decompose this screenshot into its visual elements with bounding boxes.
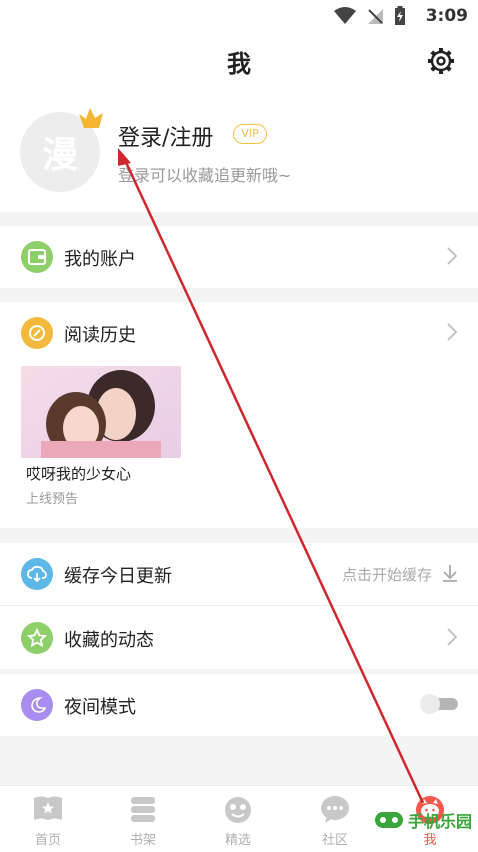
watermark-text: 手机乐园: [407, 812, 472, 831]
comic-status: 上线预告: [26, 492, 79, 507]
tab-featured[interactable]: 精选: [190, 786, 286, 852]
bookshelf-icon: [131, 797, 155, 822]
watermark-logo: 手机乐园: [374, 808, 472, 832]
my-account-label: 我的账户: [64, 249, 136, 270]
night-mode-card: 夜间模式: [0, 674, 478, 736]
page-title: 我: [227, 50, 251, 78]
tab-featured-label: 精选: [224, 833, 251, 848]
settings-gear-icon[interactable]: [426, 46, 456, 76]
night-mode-label: 夜间模式: [64, 697, 136, 718]
comic-title[interactable]: 哎呀我的少女心: [26, 463, 131, 484]
history-icon: [21, 317, 53, 349]
no-signal-icon: [368, 9, 383, 24]
home-icon: [34, 796, 62, 820]
avatar-text: 漫: [41, 135, 78, 176]
reading-history-row[interactable]: 阅读历史: [0, 302, 478, 364]
cache-hint[interactable]: 点击开始缓存: [342, 564, 432, 585]
chevron-right-icon: [447, 628, 458, 646]
comic-cover-image[interactable]: [21, 366, 181, 458]
wallet-icon: [21, 241, 53, 273]
battery-icon: [395, 6, 405, 25]
status-time: 3:09: [425, 6, 468, 26]
favorites-label: 收藏的动态: [64, 630, 154, 651]
favorites-row[interactable]: 收藏的动态: [0, 607, 478, 669]
divider: [0, 605, 478, 606]
download-icon[interactable]: [440, 563, 460, 583]
chevron-right-icon: [447, 323, 458, 341]
night-mode-row: 夜间模式: [0, 674, 478, 736]
tab-community-label: 社区: [321, 833, 348, 848]
tab-home[interactable]: 首页: [0, 786, 96, 852]
tab-bookshelf-label: 书架: [129, 833, 156, 848]
status-icons: [334, 6, 406, 26]
cache-today-label: 缓存今日更新: [64, 566, 172, 587]
login-subtitle: 登录可以收藏追更新哦~: [118, 166, 292, 185]
reading-history-label: 阅读历史: [64, 325, 136, 346]
wifi-icon: [334, 7, 356, 24]
tab-community[interactable]: 社区: [287, 786, 383, 852]
tab-bookshelf[interactable]: 书架: [95, 786, 191, 852]
crown-icon: [79, 108, 103, 128]
cache-today-row[interactable]: 缓存今日更新 点击开始缓存: [0, 543, 478, 605]
cache-card: 缓存今日更新 点击开始缓存 收藏的动态: [0, 543, 478, 669]
tab-home-label: 首页: [34, 833, 61, 848]
login-register-link[interactable]: 登录/注册: [118, 120, 213, 152]
moon-icon: [21, 689, 53, 721]
star-icon: [21, 622, 53, 654]
account-card: 我的账户: [0, 226, 478, 288]
chevron-right-icon: [447, 247, 458, 265]
status-bar: 3:09: [0, 0, 478, 32]
featured-icon: [225, 797, 251, 823]
my-account-row[interactable]: 我的账户: [0, 226, 478, 288]
watermark-gamepad-icon: [374, 812, 403, 828]
vip-badge: VIP: [233, 124, 267, 144]
cloud-download-icon: [21, 558, 53, 590]
profile-section[interactable]: 漫 登录/注册 VIP 登录可以收藏追更新哦~: [0, 94, 478, 212]
night-mode-toggle[interactable]: [418, 694, 460, 714]
community-chat-icon: [321, 796, 349, 823]
page-header: 我: [0, 32, 478, 94]
